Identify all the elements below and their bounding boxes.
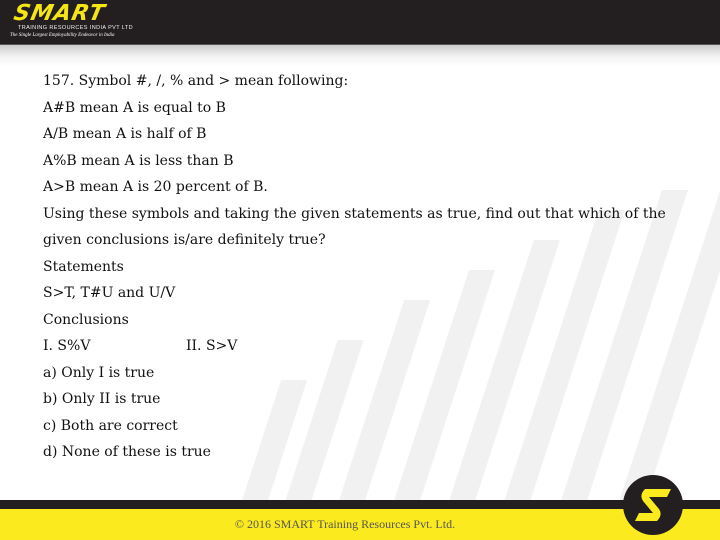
option-a: a) Only I is true (43, 364, 155, 381)
statements-label: Statements (43, 258, 124, 275)
option-b: b) Only II is true (43, 391, 161, 407)
conclusion-2: II. S>V (186, 338, 238, 354)
copyright-text: © 2016 SMART Training Resources Pvt. Ltd… (234, 517, 456, 531)
logo-company: TRAINING RESOURCES INDIA PVT LTD (18, 25, 133, 31)
footer-divider (0, 500, 720, 509)
conclusions-label: Conclusions (43, 311, 129, 328)
question-content: 157. Symbol #, /, % and > mean following… (43, 68, 703, 466)
option-d: d) None of these is true (43, 444, 211, 460)
smart-logo: SMART TRAINING RESOURCES INDIA PVT LTD T… (6, 1, 136, 42)
definition: A>B mean A is 20 percent of B. (43, 179, 268, 195)
definition: A#B mean A is equal to B (43, 99, 226, 116)
logo-tagline: The Single Largest Employability Endeavo… (10, 33, 115, 38)
conclusions-row: I. S%V II. S>V (43, 333, 703, 360)
statements: S>T, T#U and U/V (43, 285, 176, 301)
option-c: c) Both are correct (43, 417, 178, 434)
conclusion-1: I. S%V (43, 338, 91, 354)
definition: A/B mean A is half of B (43, 126, 207, 142)
question-title: 157. Symbol #, /, % and > mean following… (43, 73, 349, 89)
smart-s-logo-icon (623, 475, 683, 535)
definition: A%B mean A is less than B (43, 152, 234, 169)
instruction: Using these symbols and taking the given… (43, 205, 666, 249)
logo-brand: SMART (11, 1, 108, 26)
header-bar: SMART TRAINING RESOURCES INDIA PVT LTD T… (0, 0, 720, 45)
